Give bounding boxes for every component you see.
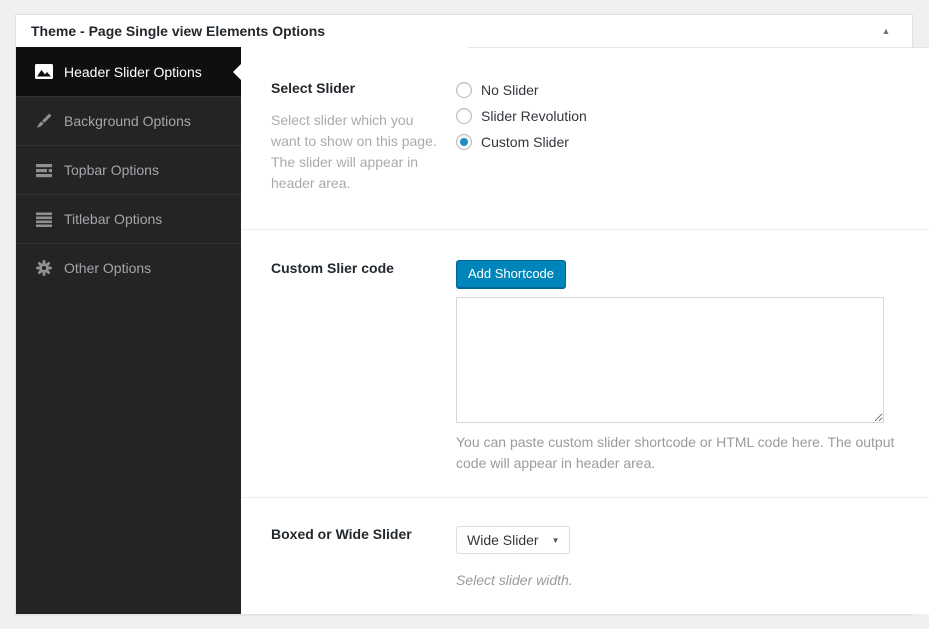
- radio-custom-slider[interactable]: Custom Slider: [456, 134, 906, 150]
- tab-panel-header-slider-options: Select Slider Select slider which you wa…: [241, 47, 929, 614]
- radio-button-checked-icon: [456, 134, 472, 150]
- collapse-up-arrow-icon: ▲: [881, 26, 891, 36]
- tab-label: Other Options: [64, 260, 152, 276]
- custom-slider-code-textarea[interactable]: [456, 297, 884, 423]
- radio-button-icon: [456, 82, 472, 98]
- tab-background-options[interactable]: Background Options: [16, 96, 241, 145]
- radio-button-icon: [456, 108, 472, 124]
- radio-label: Slider Revolution: [481, 108, 587, 124]
- metabox-header: Theme - Page Single view Elements Option…: [16, 15, 912, 47]
- image-icon: [35, 64, 53, 80]
- tab-label: Titlebar Options: [64, 211, 163, 227]
- gear-icon: [35, 260, 53, 276]
- custom-slider-code-label: Custom Slier code: [271, 260, 394, 276]
- slider-width-caption: Select slider width.: [456, 572, 573, 588]
- radio-label: No Slider: [481, 82, 539, 98]
- options-tab-sidebar: Header Slider Options Background Options: [16, 47, 241, 614]
- dropdown-caret-icon: ▼: [551, 535, 560, 545]
- boxed-wide-slider-label: Boxed or Wide Slider: [271, 526, 412, 542]
- select-slider-description: Select slider which you want to show on …: [271, 112, 437, 191]
- tab-other-options[interactable]: Other Options: [16, 243, 241, 292]
- tab-titlebar-options[interactable]: Titlebar Options: [16, 194, 241, 243]
- metabox-title: Theme - Page Single view Elements Option…: [31, 23, 326, 39]
- titlebar-lines-icon: [35, 211, 53, 227]
- custom-slider-code-help: You can paste custom slider shortcode or…: [456, 434, 895, 471]
- topbar-lines-icon: [35, 162, 53, 178]
- radio-no-slider[interactable]: No Slider: [456, 82, 906, 98]
- metabox-body: Header Slider Options Background Options: [16, 47, 929, 614]
- custom-slider-code-row: Custom Slier code Add Shortcode You can …: [241, 230, 929, 498]
- selected-option-text: Wide Slider: [467, 532, 539, 548]
- tab-header-slider-options[interactable]: Header Slider Options: [16, 47, 241, 96]
- boxed-wide-slider-row: Boxed or Wide Slider Wide Slider ▼ Selec…: [241, 498, 929, 614]
- brush-icon: [35, 113, 53, 129]
- tab-label: Header Slider Options: [64, 63, 202, 80]
- radio-label: Custom Slider: [481, 134, 569, 150]
- radio-slider-revolution[interactable]: Slider Revolution: [456, 108, 906, 124]
- slider-width-select[interactable]: Wide Slider ▼: [456, 526, 570, 554]
- select-slider-row: Select Slider Select slider which you wa…: [241, 47, 929, 230]
- add-shortcode-button[interactable]: Add Shortcode: [456, 260, 567, 288]
- tab-topbar-options[interactable]: Topbar Options: [16, 145, 241, 194]
- tab-label: Background Options: [64, 113, 191, 129]
- tab-label: Topbar Options: [64, 162, 159, 178]
- select-slider-label: Select Slider: [271, 80, 356, 96]
- collapse-toggle-button[interactable]: ▲: [868, 16, 904, 46]
- theme-options-metabox: Theme - Page Single view Elements Option…: [15, 14, 929, 615]
